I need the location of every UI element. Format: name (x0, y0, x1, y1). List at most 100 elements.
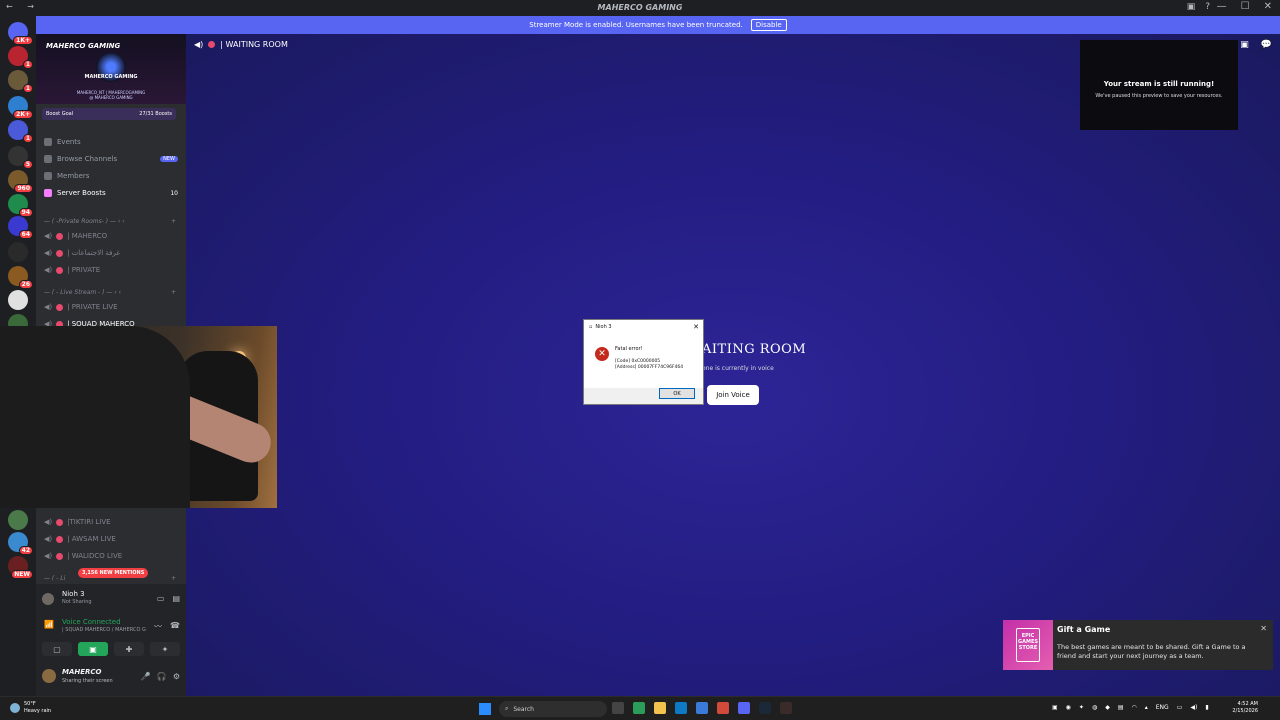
server-icon[interactable]: 42 (8, 532, 33, 555)
server-name[interactable]: MAHERCO GAMING (46, 42, 120, 50)
nav-events[interactable]: Events (44, 138, 178, 146)
steam-icon[interactable] (759, 702, 771, 714)
game-icon (42, 593, 54, 605)
server-icon[interactable]: 64 (8, 216, 33, 239)
stream-running-sub: We've paused this preview to save your r… (1095, 93, 1223, 99)
calendar-icon (44, 138, 52, 146)
voice-channel[interactable]: ◀) | WALIDCO LIVE (44, 552, 178, 560)
maximize-button[interactable]: ☐ (1241, 1, 1250, 12)
store-icon[interactable] (696, 702, 708, 714)
add-channel-icon[interactable]: + (171, 218, 176, 225)
tray-app-icon[interactable]: ▴ (1145, 704, 1148, 711)
disable-button[interactable]: Disable (750, 19, 787, 31)
stream-preview[interactable]: Your stream is still running! We've paus… (1080, 40, 1238, 130)
language-indicator[interactable]: ENG (1156, 704, 1169, 711)
new-badge: NEW (160, 156, 178, 162)
server-icon[interactable]: 1 (8, 70, 33, 93)
disconnect-icon[interactable]: ☎ (170, 621, 180, 632)
discord-icon[interactable] (738, 702, 750, 714)
server-icon[interactable] (8, 290, 28, 310)
threads-icon[interactable]: ▣ (1240, 40, 1249, 50)
screen-share-icon[interactable]: ▭ (157, 594, 165, 603)
tray-app-icon[interactable]: ▤ (1118, 704, 1124, 711)
voice-channel[interactable]: ◀) | غرفة الاجتماعات (44, 249, 178, 257)
steam-tray-icon[interactable]: ◍ (1092, 704, 1097, 711)
widgets-icon[interactable] (633, 702, 645, 714)
nav-members[interactable]: Members (44, 172, 178, 180)
tray-app-icon[interactable]: ▣ (1052, 704, 1058, 711)
weather-widget[interactable]: 50°F Heavy rain (24, 701, 51, 715)
volume-icon[interactable]: ◀) (1190, 704, 1197, 711)
close-icon[interactable]: ✕ (1260, 624, 1267, 633)
gear-icon[interactable]: ⚙ (173, 672, 180, 681)
category-private-rooms[interactable]: — ( -Private Rooms- ) — ‹ ‹ + (44, 218, 178, 225)
battery-icon[interactable]: ▮ (1205, 704, 1208, 711)
notification-toast[interactable]: EPIC GAMES STORE Gift a Game The best ga… (1003, 620, 1273, 670)
headset-icon[interactable]: 🎧 (157, 672, 167, 681)
edge-icon[interactable] (675, 702, 687, 714)
activities-button[interactable]: ✚ (114, 642, 144, 656)
tray-app-icon[interactable]: ◉ (1066, 704, 1071, 711)
camera-button[interactable]: ▢ (42, 642, 72, 656)
soundboard-button[interactable]: ✦ (150, 642, 180, 656)
add-channel-icon[interactable]: + (171, 575, 176, 582)
voice-channel[interactable]: ◀) | PRIVATE LIVE (44, 303, 178, 311)
join-voice-button[interactable]: Join Voice (707, 385, 759, 405)
user-panel: Nioh 3 Not Sharing ▭ ▤ 📶 Voice Connected … (36, 584, 186, 696)
wifi-icon[interactable]: ◠ (1132, 704, 1137, 711)
server-icon[interactable]: 94 (8, 194, 33, 217)
voice-channel[interactable]: ◀) | PRIVATE (44, 266, 178, 274)
voice-status[interactable]: Voice Connected (62, 618, 121, 626)
category-live-stream[interactable]: — ( - Live Stream - ) — ‹ ‹ + (44, 289, 178, 296)
nav-server-boosts[interactable]: Server Boosts 10 (44, 189, 178, 197)
search-icon: ⌕ (505, 705, 509, 712)
server-icon[interactable] (8, 510, 28, 530)
share-screen-button[interactable]: ▣ (78, 642, 108, 656)
username[interactable]: MAHERCO (62, 668, 102, 676)
clock[interactable]: 4:52 AM 2/15/2026 (1232, 701, 1258, 715)
network-icon[interactable]: ▭ (1177, 704, 1183, 711)
status-dot (56, 518, 64, 526)
task-view-icon[interactable] (612, 702, 624, 714)
server-icon[interactable]: 1 (8, 46, 33, 69)
voice-channel-name[interactable]: | SQUAD MAHERCO / MAHERCO GA... (62, 627, 146, 633)
noise-suppression-icon[interactable]: 〰 (154, 621, 162, 632)
avatar[interactable] (42, 669, 56, 683)
nioh-icon[interactable] (780, 702, 792, 714)
activity-row: Nioh 3 Not Sharing ▭ ▤ (40, 590, 182, 608)
tray-app-icon[interactable]: ◆ (1105, 704, 1110, 711)
dialog-close-icon[interactable]: ✕ (693, 323, 699, 331)
server-icon[interactable] (8, 242, 28, 262)
file-explorer-icon[interactable] (654, 702, 666, 714)
add-channel-icon[interactable]: + (171, 289, 176, 296)
tray-app-icon[interactable]: ✦ (1079, 704, 1084, 711)
voice-channel[interactable]: ◀) | AWSAM LIVE (44, 535, 178, 543)
server-icon[interactable]: 5 (8, 146, 33, 169)
server-icon[interactable]: 1 (8, 120, 33, 143)
voice-channel[interactable]: ◀) |TIKTIRI LIVE (44, 518, 178, 526)
dialog-title: Nioh 3 (595, 323, 612, 330)
activity-settings-icon[interactable]: ▤ (172, 594, 180, 603)
minimize-button[interactable]: — (1217, 1, 1227, 12)
close-button[interactable]: ✕ (1264, 1, 1272, 12)
chat-icon[interactable]: 💬 (1261, 40, 1272, 50)
search-box[interactable]: ⌕ Search (499, 701, 607, 717)
ok-button[interactable]: OK (659, 388, 695, 399)
category-live-more[interactable]: — ( - Li + (44, 575, 178, 582)
server-icon[interactable]: 2K+ (8, 96, 33, 119)
boost-goal-bar[interactable]: Boost Goal 27/31 Boosts (42, 108, 176, 120)
start-button[interactable] (479, 703, 491, 715)
chrome-icon[interactable] (717, 702, 729, 714)
home-button[interactable]: 1K+ (8, 22, 33, 45)
voice-channel[interactable]: ◀) | MAHERCO (44, 232, 178, 240)
server-header[interactable]: MAHERCO GAMING MAHERCO GAMING MAHERCO_NT… (36, 34, 186, 104)
nav-browse-channels[interactable]: Browse Channels NEW (44, 155, 178, 163)
server-icon[interactable]: 960 (8, 170, 33, 193)
members-icon (44, 172, 52, 180)
mic-icon[interactable]: 🎤 (141, 672, 151, 681)
server-icon[interactable]: 26 (8, 266, 33, 289)
weather-icon[interactable] (10, 703, 20, 713)
inbox-icon[interactable]: ▣ (1187, 2, 1196, 12)
help-icon[interactable]: ? (1205, 2, 1210, 12)
server-icon[interactable]: NEW (8, 556, 33, 579)
